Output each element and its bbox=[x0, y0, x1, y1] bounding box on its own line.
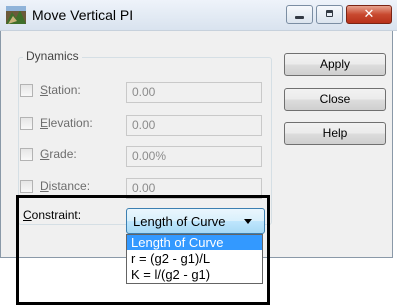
minimize-button[interactable] bbox=[286, 5, 313, 24]
close-window-button[interactable]: ✕ bbox=[346, 5, 392, 24]
minimize-icon bbox=[295, 16, 304, 19]
constraint-selected-value: Length of Curve bbox=[133, 214, 226, 229]
constraint-option-k[interactable]: K = l/(g2 - g1) bbox=[127, 267, 262, 282]
distance-checkbox[interactable] bbox=[20, 180, 33, 193]
constraint-option-r[interactable]: r = (g2 - g1)/L bbox=[127, 251, 262, 266]
chevron-down-icon bbox=[244, 219, 252, 224]
app-icon bbox=[6, 6, 26, 24]
close-button[interactable]: Close bbox=[284, 88, 386, 111]
elevation-field[interactable]: 0.00 bbox=[126, 115, 262, 136]
distance-label: Distance: bbox=[40, 179, 91, 193]
title-bar[interactable]: Move Vertical PI ✕ bbox=[0, 0, 397, 31]
elevation-label: Elevation: bbox=[40, 116, 93, 130]
maximize-icon bbox=[326, 10, 333, 17]
close-icon: ✕ bbox=[363, 7, 375, 22]
grade-field[interactable]: 0.00% bbox=[126, 146, 262, 167]
window-title: Move Vertical PI bbox=[32, 7, 134, 23]
station-checkbox[interactable] bbox=[20, 84, 33, 97]
apply-button[interactable]: Apply bbox=[284, 53, 386, 76]
constraint-label: Constraint: bbox=[23, 208, 82, 222]
elevation-checkbox[interactable] bbox=[20, 117, 33, 130]
help-button[interactable]: Help bbox=[284, 122, 386, 145]
constraint-options-list: Length of Curve r = (g2 - g1)/L K = l/(g… bbox=[126, 234, 263, 284]
constraint-option-length-of-curve[interactable]: Length of Curve bbox=[127, 235, 262, 250]
maximize-button[interactable] bbox=[316, 5, 343, 24]
station-field[interactable]: 0.00 bbox=[126, 82, 262, 103]
dynamics-group-label: Dynamics bbox=[23, 49, 82, 63]
constraint-dropdown[interactable]: Length of Curve bbox=[126, 208, 265, 234]
station-label: Station: bbox=[40, 83, 81, 97]
grade-label: Grade: bbox=[40, 147, 77, 161]
grade-checkbox[interactable] bbox=[20, 148, 33, 161]
